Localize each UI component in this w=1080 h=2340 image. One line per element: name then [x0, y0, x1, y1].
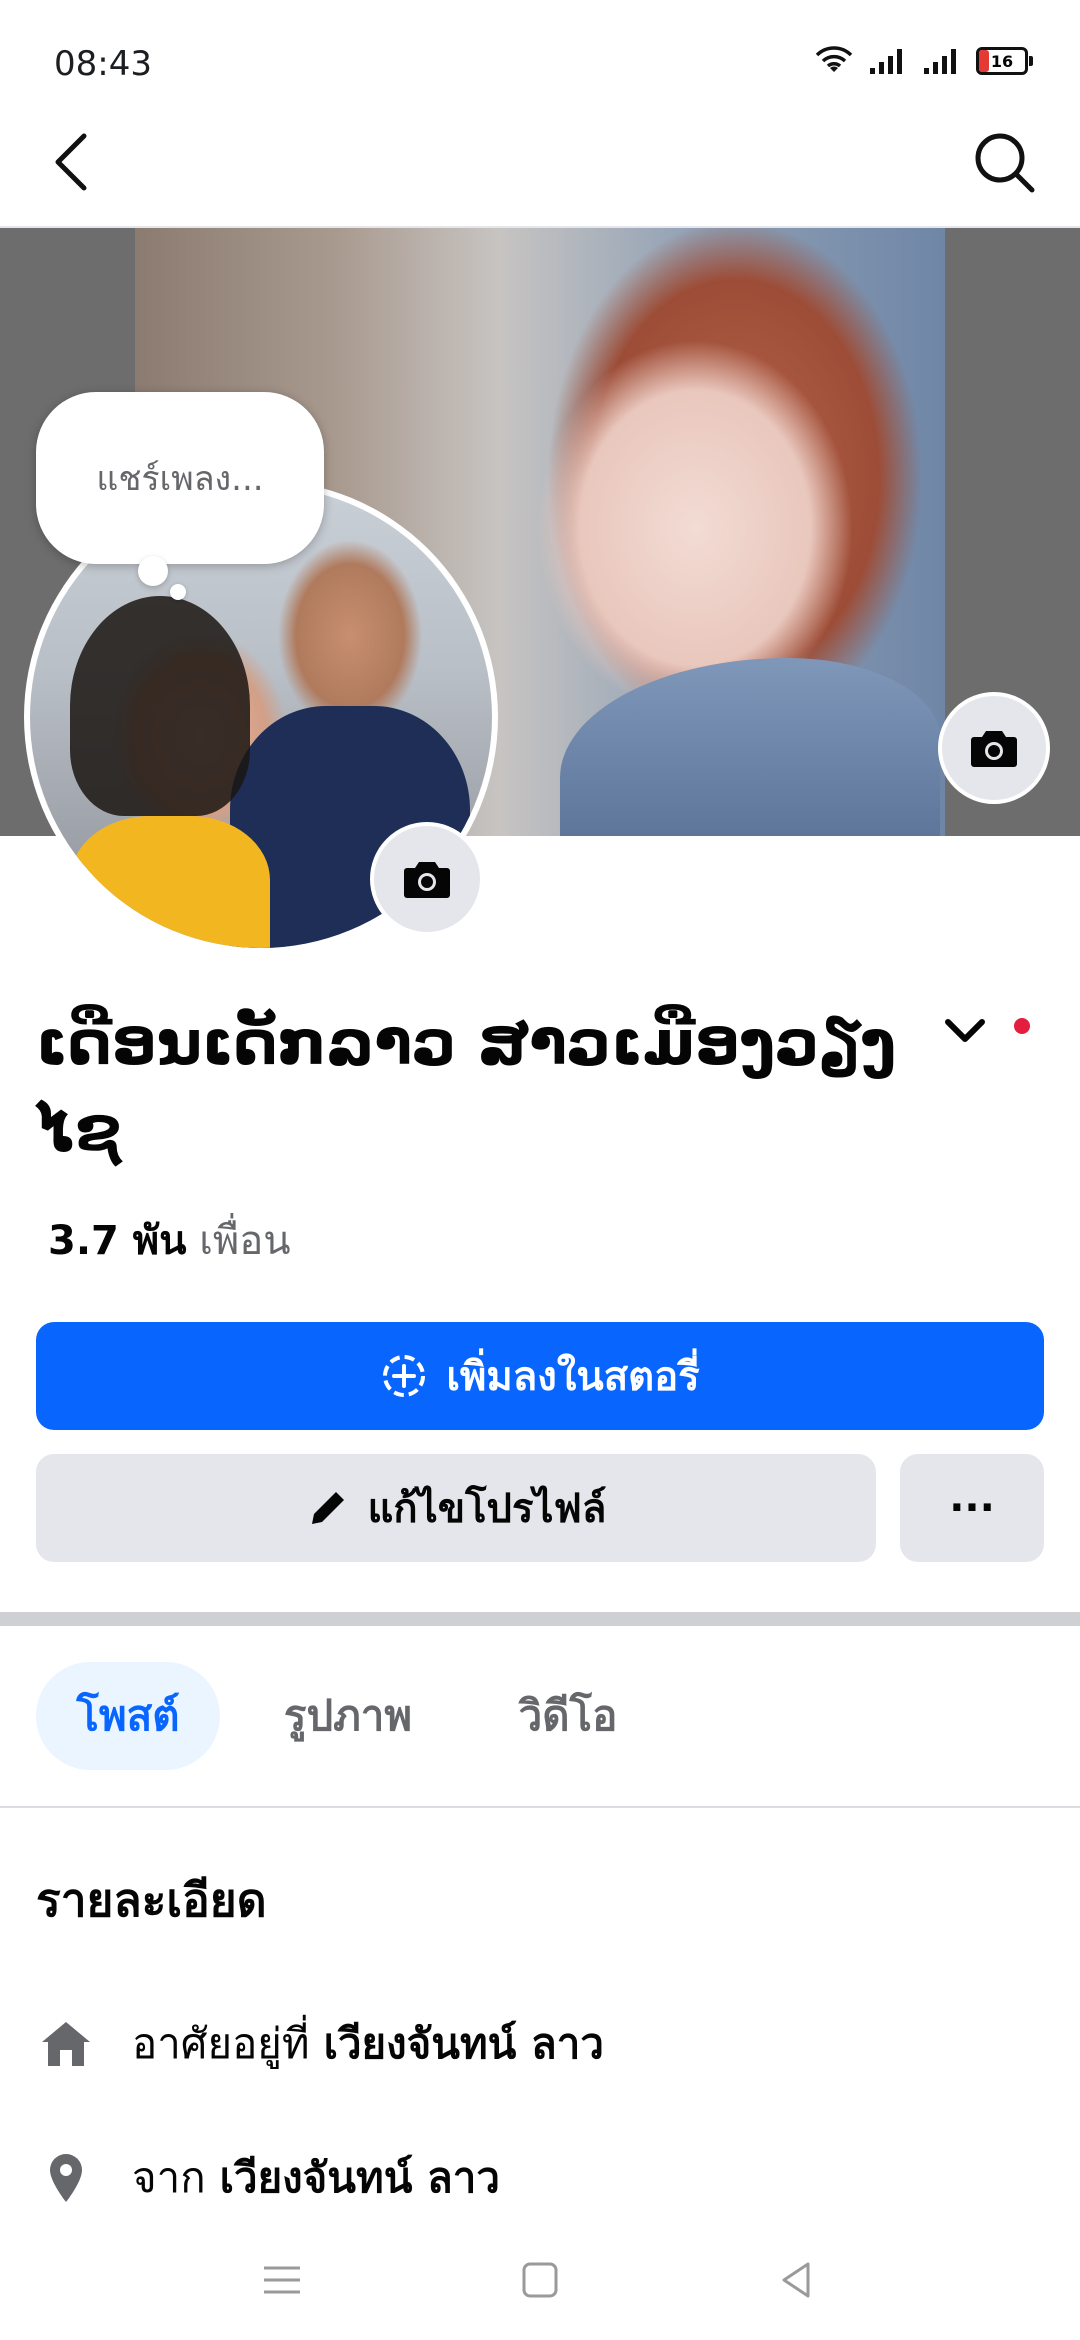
triangle-back-icon [782, 2262, 810, 2298]
status-time: 08:43 [54, 44, 152, 84]
note-bubble[interactable]: แชร์เพลง... [36, 392, 324, 564]
camera-icon [404, 862, 450, 898]
tab-videos[interactable]: วิดีโอ [480, 1662, 656, 1770]
camera-icon [971, 731, 1017, 767]
friends-count-value: 3.7 พัน [48, 1218, 187, 1264]
profile-picture-detail [70, 816, 270, 948]
edit-profile-picture-button[interactable] [370, 822, 484, 936]
status-icons: 16 [814, 46, 1033, 76]
more-icon: ··· [949, 1485, 995, 1531]
edit-profile-label: แก้ไขโปรไฟล์ [367, 1486, 607, 1532]
lives-in-prefix: อาศัยอยู่ที่ [132, 2019, 310, 2068]
section-divider [0, 1612, 1080, 1626]
from-prefix: จาก [132, 2153, 206, 2202]
add-story-icon [383, 1355, 426, 1397]
notification-dot [1014, 1018, 1030, 1034]
search-icon [975, 133, 1035, 193]
account-switcher-button[interactable] [940, 1006, 990, 1056]
back-button[interactable] [44, 126, 100, 198]
add-to-story-button[interactable]: เพิ่มลงในสตอรี่ [36, 1322, 1044, 1430]
add-to-story-label: เพิ่มลงในสตอรี่ [446, 1354, 700, 1400]
signal-icon [870, 49, 902, 74]
search-button[interactable] [968, 126, 1040, 198]
from-value[interactable]: เวียงจันทน์ ลาว [220, 2145, 500, 2211]
recent-apps-button[interactable] [252, 2250, 312, 2310]
system-back-button[interactable] [766, 2250, 826, 2310]
note-bubble-tail [170, 584, 186, 600]
signal-icon [924, 49, 956, 74]
tab-posts[interactable]: โพสต์ [36, 1662, 220, 1770]
menu-icon [264, 2266, 300, 2294]
edit-cover-photo-button[interactable] [938, 692, 1050, 804]
friends-count[interactable]: 3.7 พัน เพื่อน [48, 1208, 291, 1272]
home-icon [36, 2014, 96, 2074]
pencil-icon [311, 1492, 344, 1524]
details-title: รายละเอียด [36, 1873, 267, 1927]
profile-picture-detail [70, 596, 250, 816]
more-options-button[interactable]: ··· [900, 1454, 1044, 1562]
lives-in-value[interactable]: เวียงจันทน์ ลาว [324, 2011, 604, 2077]
friends-label: เพื่อน [199, 1218, 291, 1264]
location-pin-icon [36, 2148, 96, 2208]
battery-icon: 16 [976, 47, 1033, 75]
lives-in-row: อาศัยอยู่ที่ เวียงจันทน์ ลาว [36, 2004, 604, 2084]
profile-name: ເດືອນເດັກລາວ ສາວເມືອງວຽງໄຊ [36, 1006, 897, 1165]
chevron-down-icon [945, 1019, 985, 1042]
edit-profile-button[interactable]: แก้ไขโปรไฟล์ [36, 1454, 876, 1562]
home-button[interactable] [510, 2250, 570, 2310]
tab-photos[interactable]: รูปภาพ [248, 1662, 448, 1770]
tabs-divider [0, 1806, 1080, 1808]
battery-level: 16 [990, 51, 1014, 71]
note-bubble-tail [138, 556, 168, 586]
from-row: จาก เวียงจันทน์ ลาว [36, 2138, 500, 2218]
wifi-icon [815, 46, 853, 72]
square-icon [522, 2262, 558, 2298]
chevron-left-icon [55, 133, 87, 191]
